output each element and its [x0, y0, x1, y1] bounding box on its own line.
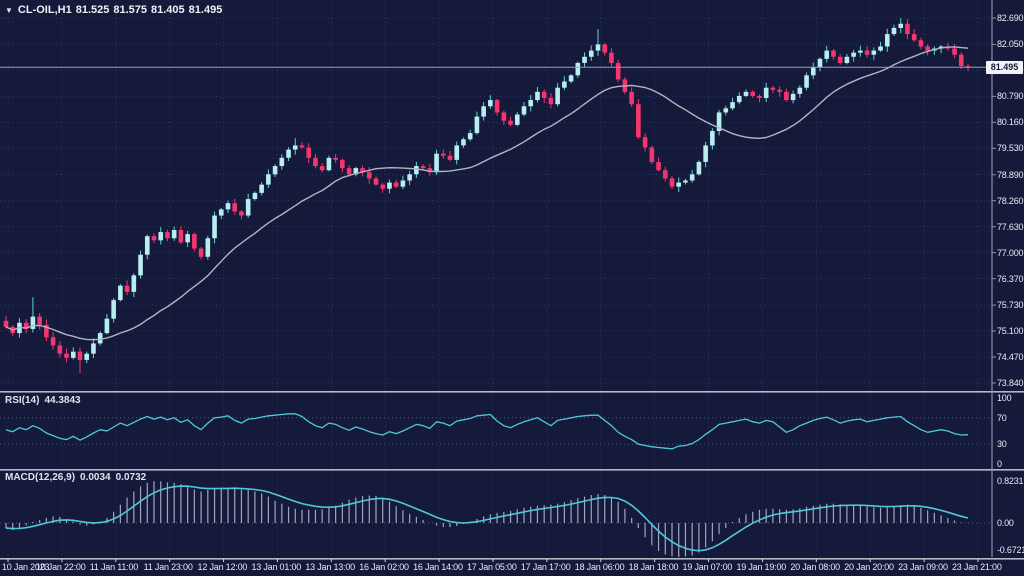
- chart-canvas[interactable]: [0, 0, 1024, 576]
- rsi-axis-label: 70: [997, 413, 1007, 423]
- rsi-indicator-value: 44.3843: [44, 395, 80, 406]
- price-axis-label: 77.000: [997, 248, 1023, 258]
- ohlc-close: 81.495: [189, 4, 223, 16]
- rsi-axis-label: 0: [997, 459, 1002, 469]
- macd-label-row: MACD(12,26,9) 0.0034 0.0732: [5, 472, 151, 483]
- price-axis-label: 82.050: [997, 39, 1023, 49]
- symbol-label: CL-OIL,H1: [18, 4, 72, 16]
- price-axis-label: 75.100: [997, 326, 1023, 336]
- price-axis-label: 75.730: [997, 300, 1023, 310]
- time-axis-label: 20 Jan 08:00: [790, 562, 840, 572]
- time-axis-label: 19 Jan 19:00: [736, 562, 786, 572]
- ohlc-high: 81.575: [113, 4, 147, 16]
- time-axis-label: 16 Jan 02:00: [359, 562, 409, 572]
- symbol-dropdown-icon[interactable]: ▼: [5, 6, 13, 15]
- chart-header: ▼ CL-OIL,H1 81.52581.575 81.405 81.495: [5, 4, 226, 16]
- time-axis-label: 13 Jan 13:00: [305, 562, 355, 572]
- time-axis-label: 13 Jan 01:00: [251, 562, 301, 572]
- rsi-axis-label: 30: [997, 439, 1007, 449]
- ohlc-open: 81.525: [76, 4, 110, 16]
- price-axis-label: 80.790: [997, 91, 1023, 101]
- price-axis-label: 78.260: [997, 196, 1023, 206]
- macd-axis-label: 0.00: [997, 518, 1014, 528]
- time-axis-label: 11 Jan 11:00: [90, 562, 138, 572]
- macd-main-value: 0.0034: [80, 472, 111, 483]
- time-axis-label: 11 Jan 23:00: [144, 562, 193, 572]
- price-axis-label: 80.160: [997, 117, 1023, 127]
- time-axis-label: 23 Jan 09:00: [898, 562, 948, 572]
- time-axis-label: 16 Jan 14:00: [413, 562, 463, 572]
- rsi-label-row: RSI(14) 44.3843: [5, 395, 86, 406]
- price-axis-label: 76.370: [997, 274, 1023, 284]
- time-axis-label: 18 Jan 06:00: [575, 562, 625, 572]
- price-axis-label: 73.840: [997, 378, 1023, 388]
- price-axis-label: 74.470: [997, 352, 1023, 362]
- rsi-indicator-name: RSI(14): [5, 395, 39, 406]
- trading-chart-app: ▼ CL-OIL,H1 81.52581.575 81.405 81.495 82.69…: [0, 0, 1024, 576]
- price-axis-label: 78.890: [997, 170, 1023, 180]
- time-axis-label: 23 Jan 21:00: [952, 562, 1002, 572]
- macd-axis-label: -0.6721: [997, 545, 1024, 555]
- rsi-axis-label: 100: [997, 393, 1011, 403]
- price-axis-label: 82.690: [997, 13, 1023, 23]
- price-axis-label: 79.530: [997, 143, 1023, 153]
- ohlc-low: 81.405: [151, 4, 185, 16]
- time-axis-label: 12 Jan 12:00: [198, 562, 248, 572]
- time-axis-label: 18 Jan 18:00: [629, 562, 679, 572]
- current-price-tag: 81.495: [986, 61, 1023, 74]
- time-axis-label: 20 Jan 20:00: [844, 562, 894, 572]
- time-axis-label: 17 Jan 17:00: [521, 562, 571, 572]
- macd-indicator-name: MACD(12,26,9): [5, 472, 75, 483]
- macd-axis-label: 0.8231: [997, 476, 1023, 486]
- time-axis-label: 10 Jan 22:00: [36, 562, 86, 572]
- time-axis-label: 17 Jan 05:00: [467, 562, 517, 572]
- price-axis-label: 77.630: [997, 222, 1023, 232]
- macd-signal-value: 0.0732: [116, 472, 147, 483]
- time-axis-label: 19 Jan 07:00: [683, 562, 733, 572]
